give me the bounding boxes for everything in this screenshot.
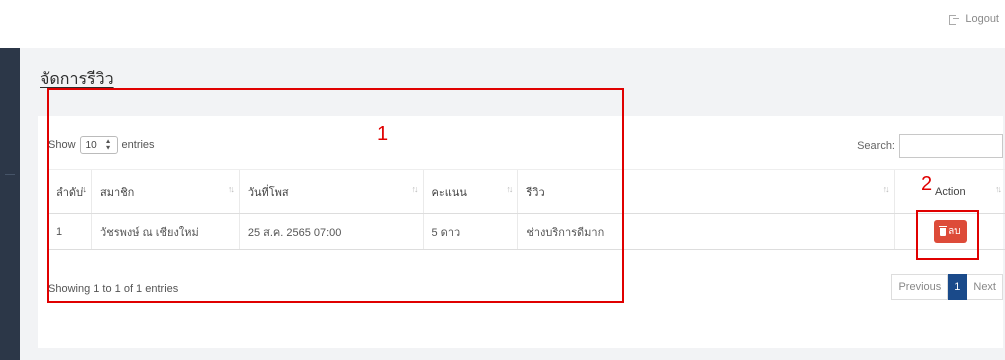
sidebar (0, 48, 20, 360)
search-input[interactable] (899, 134, 1003, 158)
annotation-label-1: 1 (377, 123, 389, 145)
search-label: Search: (857, 140, 895, 152)
top-bar: Logout (0, 0, 1005, 48)
logout-icon (949, 14, 960, 25)
annotation-label-2: 2 (921, 173, 933, 195)
annotation-box-2 (916, 210, 979, 260)
search-control: Search: (857, 134, 1003, 158)
sort-icon: ↑↓ (882, 184, 890, 194)
previous-button[interactable]: Previous (891, 274, 949, 300)
next-button[interactable]: Next (967, 274, 1003, 300)
sidebar-divider (5, 174, 15, 175)
annotation-box-1 (47, 88, 624, 303)
sort-icon: ↑↓ (995, 184, 1002, 194)
page-1-button[interactable]: 1 (948, 274, 968, 300)
logout-link[interactable]: Logout (949, 13, 999, 25)
col-header-action[interactable]: Action ↑↓ (893, 169, 1005, 214)
logout-label: Logout (965, 13, 999, 25)
pagination: Previous 1 Next (891, 274, 1003, 300)
